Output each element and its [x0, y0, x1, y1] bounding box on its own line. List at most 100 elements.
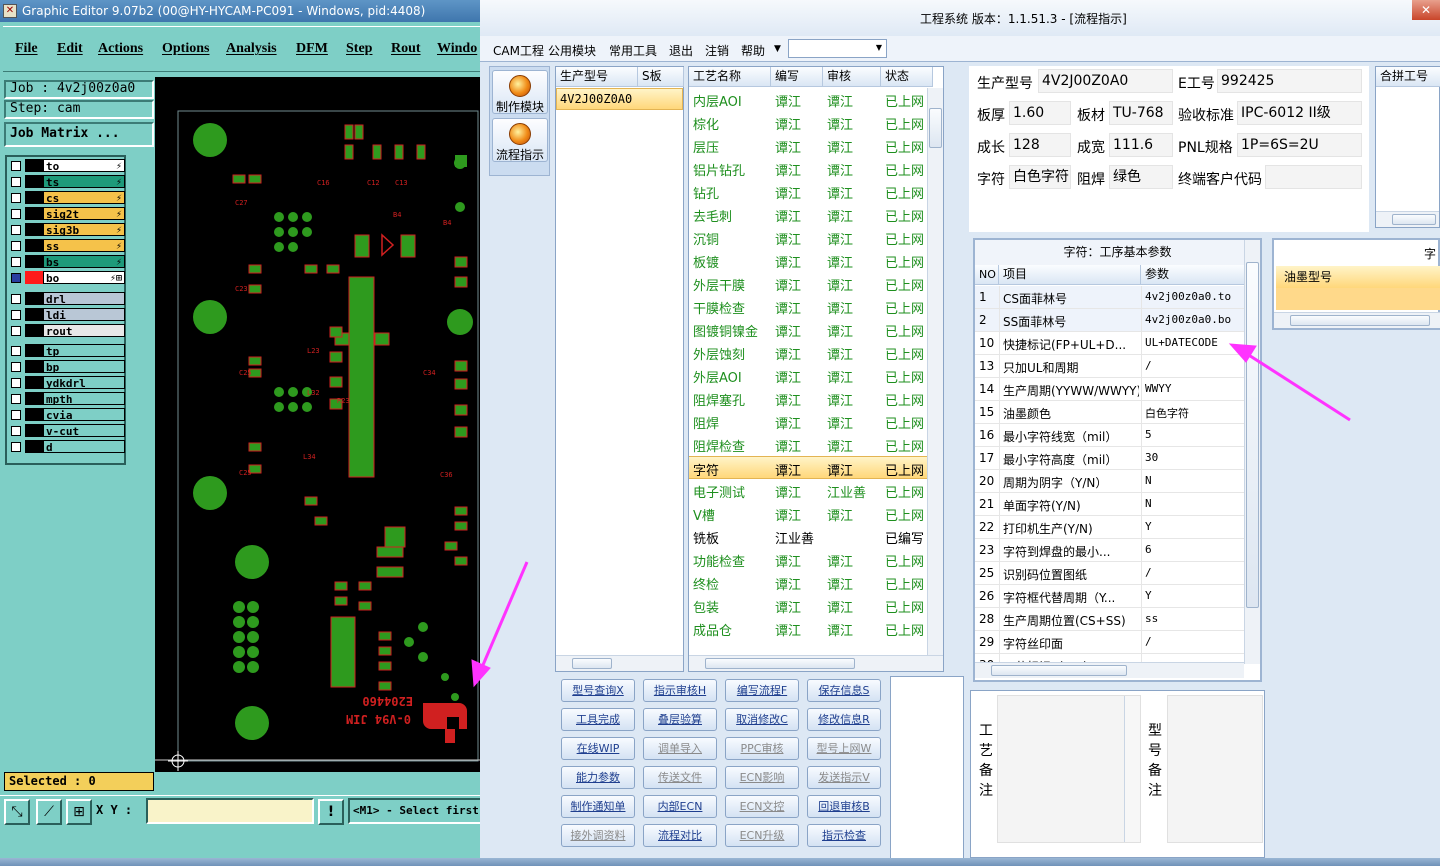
param-row[interactable]: 10 快捷标记(FP+UL+D... UL+DATECODE [975, 332, 1245, 355]
menu-options[interactable]: Options [162, 41, 209, 57]
layer-color-swatch[interactable] [25, 207, 43, 220]
button-13[interactable]: 能力参数 [561, 766, 635, 789]
process-row[interactable]: 铝片钻孔 谭江 谭江 已上网 [689, 157, 927, 180]
button-20[interactable]: 回退审核B [807, 795, 881, 818]
layer-row-bs[interactable]: bs ⚡ [8, 254, 125, 269]
button-11[interactable]: PPC审核 [725, 737, 799, 760]
param-row[interactable]: 20 周期为阴字（Y/N） N [975, 470, 1245, 493]
process-row[interactable]: V槽 谭江 谭江 已上网 [689, 502, 927, 525]
layer-checkbox[interactable] [11, 225, 21, 235]
layer-color-swatch[interactable] [25, 255, 43, 268]
model-hscroll[interactable] [556, 655, 683, 671]
side-button-flow[interactable]: 流程指示 [492, 118, 548, 162]
param-row[interactable]: 26 字符框代替周期（Y... Y [975, 585, 1245, 608]
button-2[interactable]: 指示审核H [643, 679, 717, 702]
col-header-process[interactable]: 工艺名称 [689, 67, 771, 87]
field-pnl[interactable]: 1P=6S=2U [1237, 133, 1362, 157]
layer-color-swatch[interactable] [25, 392, 43, 405]
ink-hscroll[interactable] [1274, 312, 1440, 328]
layer-checkbox[interactable] [11, 378, 21, 388]
layer-checkbox[interactable] [11, 273, 21, 283]
layer-color-swatch[interactable] [25, 324, 43, 337]
menu-common-tools[interactable]: 常用工具 [609, 42, 657, 59]
param-row[interactable]: 16 最小字符线宽（mil） 5 [975, 424, 1245, 447]
process-row[interactable]: 图镀铜镍金 谭江 谭江 已上网 [689, 318, 927, 341]
field-solder-mask[interactable]: 绿色 [1109, 165, 1173, 189]
layer-checkbox[interactable] [11, 177, 21, 187]
layer-row-ts[interactable]: ts ⚡ [8, 174, 125, 189]
process-row[interactable]: 阻焊检查 谭江 谭江 已上网 [689, 433, 927, 456]
quick-combo[interactable]: ▼ [788, 39, 887, 58]
layer-checkbox[interactable] [11, 326, 21, 336]
layer-color-swatch[interactable] [25, 175, 43, 188]
menu-analysis[interactable]: Analysis [226, 41, 277, 57]
layer-color-swatch[interactable] [25, 360, 43, 373]
process-row[interactable]: 成品仓 谭江 谭江 已上网 [689, 617, 927, 640]
col-header-item[interactable]: 项目 [999, 265, 1141, 285]
button-14[interactable]: 传送文件 [643, 766, 717, 789]
params-hscroll[interactable] [975, 662, 1244, 678]
process-row[interactable]: 沉铜 谭江 谭江 已上网 [689, 226, 927, 249]
menu-logout[interactable]: 注销 [705, 42, 729, 59]
layer-row-ss[interactable]: ss ⚡ [8, 238, 125, 253]
job-matrix-button[interactable]: Job Matrix ... [4, 122, 154, 147]
zoom-area-icon[interactable]: ⤡ [4, 799, 30, 825]
field-thickness[interactable]: 1.60 [1009, 101, 1071, 125]
button-17[interactable]: 制作通知单 [561, 795, 635, 818]
ink-row[interactable] [1276, 288, 1440, 310]
col-header-value[interactable]: 参数 [1141, 265, 1245, 285]
layer-checkbox[interactable] [11, 394, 21, 404]
field-customer-code[interactable] [1265, 165, 1362, 189]
param-row[interactable]: 25 识别码位置图纸 / [975, 562, 1245, 585]
param-row[interactable]: 14 生产周期(YYWW/WWYY) WWYY [975, 378, 1245, 401]
layer-checkbox[interactable] [11, 346, 21, 356]
process-row[interactable]: 去毛刺 谭江 谭江 已上网 [689, 203, 927, 226]
menu-window[interactable]: Windo [437, 41, 477, 57]
layer-color-swatch[interactable] [25, 292, 43, 305]
button-8[interactable]: 修改信息R [807, 708, 881, 731]
field-e-number[interactable]: 992425 [1217, 69, 1362, 93]
process-hscroll[interactable] [689, 655, 943, 671]
close-icon[interactable]: ✕ [1412, 0, 1440, 20]
dropdown-arrow-icon[interactable]: ▼ [774, 44, 781, 54]
menu-file[interactable]: File [15, 41, 38, 57]
merge-hscroll[interactable] [1376, 211, 1439, 227]
layer-color-swatch[interactable] [25, 271, 43, 284]
layer-row-drl[interactable]: drl [8, 291, 125, 306]
menu-cam[interactable]: CAM工程 [493, 42, 544, 59]
menu-common-module[interactable]: 公用模块 [548, 42, 596, 59]
menu-exit[interactable]: 退出 [669, 42, 693, 59]
param-row[interactable]: 29 字符丝印面 / [975, 631, 1245, 654]
col-header-s-board[interactable]: S板 [638, 67, 684, 87]
button-15[interactable]: ECN影响 [725, 766, 799, 789]
layer-checkbox[interactable] [11, 257, 21, 267]
process-row[interactable]: 内层AOI 谭江 谭江 已上网 [689, 88, 927, 111]
layer-color-swatch[interactable] [25, 191, 43, 204]
process-row[interactable]: 棕化 谭江 谭江 已上网 [689, 111, 927, 134]
process-row[interactable]: 干膜检查 谭江 谭江 已上网 [689, 295, 927, 318]
model-row[interactable]: 4V2J00Z0A0 [556, 88, 683, 110]
field-material[interactable]: TU-768 [1109, 101, 1173, 125]
param-row[interactable]: 17 最小字符高度（mil） 30 [975, 447, 1245, 470]
layer-color-swatch[interactable] [25, 376, 43, 389]
button-18[interactable]: 内部ECN [643, 795, 717, 818]
layer-row-ydkdrl[interactable]: ydkdrl [8, 375, 125, 390]
button-12[interactable]: 型号上网W [807, 737, 881, 760]
button-6[interactable]: 叠层验算 [643, 708, 717, 731]
process-row[interactable]: 铣板 江业善 已编写 [689, 525, 927, 548]
layer-row-to[interactable]: to ⚡ [8, 158, 125, 173]
col-header-ink-model[interactable]: 油墨型号 [1276, 266, 1440, 288]
process-row[interactable]: 阻焊 谭江 谭江 已上网 [689, 410, 927, 433]
process-vscroll[interactable] [927, 88, 943, 655]
layer-row-bo[interactable]: bo ⚡⊞ [8, 270, 125, 285]
param-row[interactable]: 22 打印机生产(Y/N) Y [975, 516, 1245, 539]
layer-row-tp[interactable]: tp [8, 343, 125, 358]
menu-edit[interactable]: Edit [57, 41, 83, 57]
col-header-writer[interactable]: 编写 [771, 67, 823, 87]
measure-icon[interactable]: ⟋ [36, 799, 62, 825]
menu-actions[interactable]: Actions [98, 41, 143, 57]
layer-row-bp[interactable]: bp [8, 359, 125, 374]
xy-input[interactable] [146, 798, 314, 824]
menu-rout[interactable]: Rout [391, 41, 421, 57]
button-19[interactable]: ECN文控 [725, 795, 799, 818]
